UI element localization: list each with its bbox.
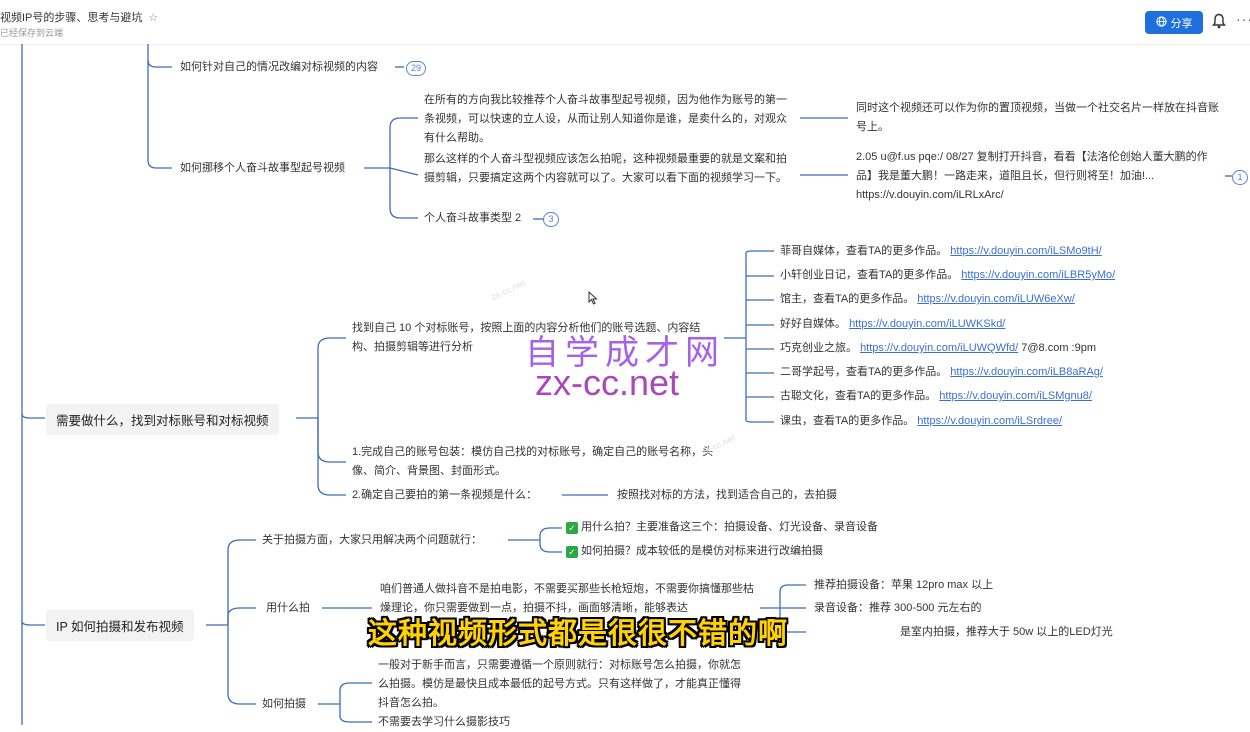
account-item[interactable]: 二哥学起号，查看TA的更多作品。 https://v.douyin.com/iL… (780, 363, 1103, 382)
question-how[interactable]: ✓ 如何拍摄？成本较低的是模仿对标来进行改编拍摄 (566, 542, 823, 561)
story-para-1-note[interactable]: 同时这个视频还可以作为你的置顶视频，当做一个社交名片一样放在抖音账号上。 (856, 99, 1226, 137)
question-how-text: 如何拍摄？成本较低的是模仿对标来进行改编拍摄 (581, 545, 823, 557)
device-camera[interactable]: 推荐拍摄设备：苹果 12pro max 以上 (814, 576, 993, 595)
story-para-2[interactable]: 那么这样的个人奋斗型视频应该怎么拍呢，这种视频最重要的就是文案和拍摄剪辑，只要搞… (424, 150, 796, 188)
account-extra: 7@8.com :9pm (1018, 342, 1096, 354)
node-find-benchmark[interactable]: 需要做什么，找到对标账号和对标视频 (46, 404, 279, 435)
account-link[interactable]: https://v.douyin.com/iLUW6eXw/ (917, 293, 1075, 305)
device-light[interactable]: 是室内拍摄，推荐大于 50w 以上的LED灯光 (900, 623, 1113, 642)
account-link[interactable]: https://v.douyin.com/iLB8aRAg/ (950, 366, 1103, 378)
account-link[interactable]: https://v.douyin.com/iLSMgnu8/ (939, 390, 1092, 402)
account-name: 二哥学起号，查看TA的更多作品。 (780, 366, 951, 378)
device-audio[interactable]: 录音设备：推荐 300-500 元左右的 (814, 599, 981, 618)
account-link[interactable]: https://v.douyin.com/iLBR5yMo/ (961, 269, 1115, 281)
account-link[interactable]: https://v.douyin.com/iLUWKSkd/ (849, 318, 1005, 330)
account-item[interactable]: 小轩创业日记，查看TA的更多作品。 https://v.douyin.com/i… (780, 266, 1115, 285)
count-badge[interactable]: 3 (543, 212, 559, 227)
account-name: 古聪文化，查看TA的更多作品。 (780, 390, 940, 402)
account-item[interactable]: 馆主，查看TA的更多作品。 https://v.douyin.com/iLUW6… (780, 290, 1075, 309)
account-link[interactable]: https://v.douyin.com/iLSrdree/ (917, 415, 1062, 427)
account-name: 馆主，查看TA的更多作品。 (780, 293, 918, 305)
account-item[interactable]: 课虫，查看TA的更多作品。 https://v.douyin.com/iLSrd… (780, 412, 1062, 431)
shooting-topic[interactable]: 关于拍摄方面，大家只用解决两个问题就行： (262, 531, 482, 550)
checkbox-icon[interactable]: ✓ (566, 546, 578, 558)
branch-adapt-content[interactable]: 如何针对自己的情况改编对标视频的内容 (180, 58, 378, 77)
account-link[interactable]: https://v.douyin.com/iLUWQWfd/ (860, 342, 1018, 354)
watermark-url: zx-cc.net (535, 362, 680, 403)
account-item[interactable]: 菲哥自媒体，查看TA的更多作品。 https://v.douyin.com/iL… (780, 242, 1102, 261)
account-item[interactable]: 巧克创业之旅。 https://v.douyin.com/iLUWQWfd/ 7… (780, 339, 1096, 358)
account-name: 好好自媒体。 (780, 318, 850, 330)
node-shoot-publish[interactable]: IP 如何拍摄和发布视频 (46, 610, 194, 641)
what-to-shoot-with[interactable]: 用什么拍 (266, 599, 310, 618)
account-item[interactable]: 古聪文化，查看TA的更多作品。 https://v.douyin.com/iLS… (780, 387, 1092, 406)
mouse-cursor-icon (588, 290, 598, 310)
count-badge[interactable]: 29 (406, 61, 426, 76)
story-example[interactable]: 个人奋斗故事类型 2 (424, 209, 521, 228)
step-first-video[interactable]: 2.确定自己要拍的第一条视频是什么： (352, 486, 537, 505)
story-para-2-note[interactable]: 2.05 u@f.us pqe:/ 08/27 复制打开抖音，看看【法洛伦创始人… (856, 148, 1224, 205)
account-name: 菲哥自媒体，查看TA的更多作品。 (780, 245, 951, 257)
account-name: 课虫，查看TA的更多作品。 (780, 415, 918, 427)
story-para-1[interactable]: 在所有的方向我比较推荐个人奋斗故事型起号视频，因为他作为账号的第一条视频，可以快… (424, 91, 796, 148)
count-badge[interactable]: 1 (1232, 170, 1248, 185)
question-what[interactable]: ✓ 用什么拍？主要准备这三个：拍摄设备、灯光设备、录音设备 (566, 518, 878, 537)
step-first-video-note[interactable]: 按照找对标的方法，找到适合自己的，去拍摄 (617, 486, 837, 505)
how-to-shoot-text[interactable]: 一般对于新手而言，只需要遵循一个原则就行：对标账号怎么拍摄，你就怎么拍摄。模仿是… (378, 656, 748, 713)
video-subtitle: 这种视频形式都是很很不错的啊 (368, 618, 789, 650)
step-account-packaging[interactable]: 1.完成自己的账号包装：模仿自己找的对标账号，确定自己的账号名称，头像、简介、背… (352, 443, 722, 481)
account-name: 小轩创业日记，查看TA的更多作品。 (780, 269, 962, 281)
checkbox-icon[interactable]: ✓ (566, 522, 578, 534)
how-to-shoot[interactable]: 如何拍摄 (262, 695, 306, 714)
account-name: 巧克创业之旅。 (780, 342, 861, 354)
how-to-shoot-text-2[interactable]: 不需要去学习什么摄影技巧 (378, 713, 510, 732)
branch-personal-story[interactable]: 如何挪移个人奋斗故事型起号视频 (180, 159, 345, 178)
question-what-text: 用什么拍？主要准备这三个：拍摄设备、灯光设备、录音设备 (581, 521, 878, 533)
account-item[interactable]: 好好自媒体。 https://v.douyin.com/iLUWKSkd/ (780, 315, 1005, 334)
account-link[interactable]: https://v.douyin.com/iLSMo9tH/ (950, 245, 1101, 257)
